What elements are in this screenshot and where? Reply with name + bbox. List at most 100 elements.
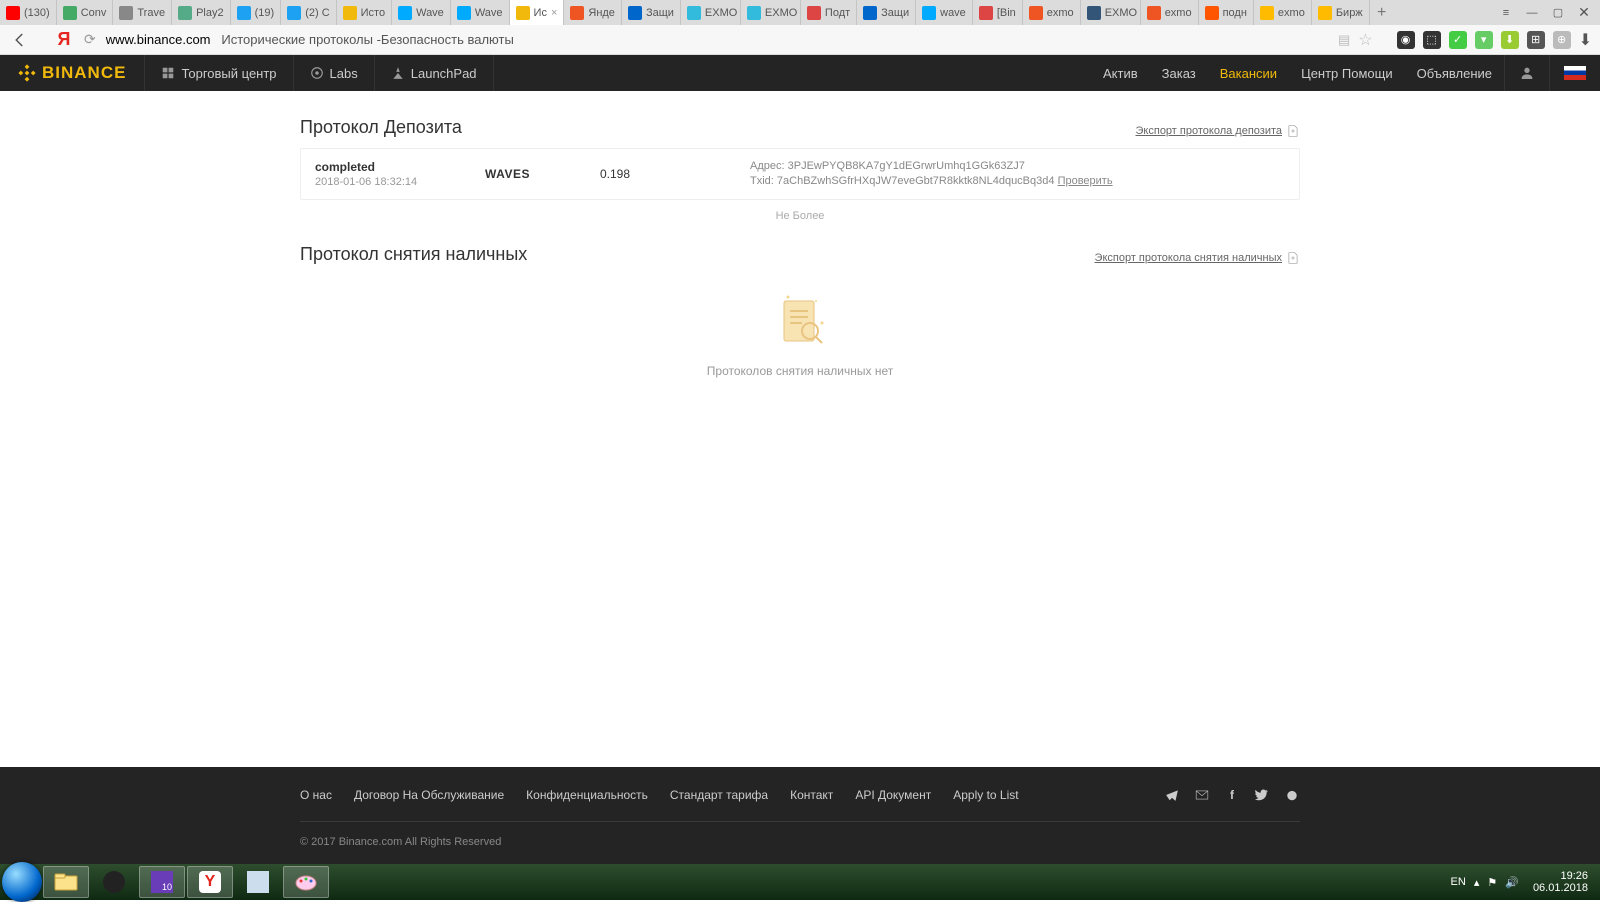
browser-tab[interactable]: Подт bbox=[801, 0, 857, 25]
mail-icon[interactable] bbox=[1194, 787, 1210, 803]
window-close-icon[interactable]: ✕ bbox=[1576, 4, 1592, 21]
taskbar-explorer-icon[interactable] bbox=[43, 866, 89, 898]
browser-tab[interactable]: Защи bbox=[857, 0, 916, 25]
header-nav-item[interactable]: Актив bbox=[1091, 66, 1150, 81]
browser-tab[interactable]: Wave bbox=[392, 0, 451, 25]
browser-tab[interactable]: EXMO bbox=[741, 0, 801, 25]
tab-close-icon[interactable]: × bbox=[551, 7, 557, 19]
withdraw-empty-state: Протоколов снятия наличных нет bbox=[300, 291, 1300, 378]
browser-tab[interactable]: wave bbox=[916, 0, 973, 25]
deposit-check-link[interactable]: Проверить bbox=[1058, 175, 1113, 187]
brand-text: BINANCE bbox=[42, 63, 126, 83]
browser-tab[interactable]: Бирж bbox=[1312, 0, 1370, 25]
header-nav-item[interactable]: Вакансии bbox=[1208, 66, 1289, 81]
deposit-address: 3PJEwPYQB8KA7gY1dEGrwrUmhq1GGk63ZJ7 bbox=[788, 160, 1025, 172]
address-bar: Я ⟳ www.binance.com Исторические протоко… bbox=[0, 25, 1600, 55]
header-nav-item[interactable]: Торговый центр bbox=[145, 55, 293, 91]
tray-lang[interactable]: EN bbox=[1451, 876, 1466, 888]
footer-copyright: © 2017 Binance.com All Rights Reserved bbox=[300, 822, 1300, 848]
browser-tab[interactable]: EXMO bbox=[1081, 0, 1141, 25]
browser-tab[interactable]: [Bin bbox=[973, 0, 1023, 25]
withdraw-section-title: Протокол снятия наличных bbox=[300, 244, 527, 265]
header-nav-item[interactable]: Заказ bbox=[1150, 66, 1208, 81]
browser-tab[interactable]: Play2 bbox=[172, 0, 231, 25]
browser-tab[interactable]: (2) C bbox=[281, 0, 336, 25]
browser-tab[interactable]: exmo bbox=[1141, 0, 1199, 25]
user-icon[interactable] bbox=[1504, 55, 1549, 91]
export-withdraw-link[interactable]: Экспорт протокола снятия наличных bbox=[1095, 251, 1300, 265]
window-maximize-icon[interactable]: ▢ bbox=[1550, 6, 1566, 19]
taskbar-yandex-icon[interactable]: Y bbox=[187, 866, 233, 898]
browser-tab[interactable]: Conv bbox=[57, 0, 114, 25]
language-flag[interactable] bbox=[1549, 55, 1600, 91]
extension-icon[interactable]: ⬇ bbox=[1501, 31, 1519, 49]
browser-tab[interactable]: подн bbox=[1199, 0, 1254, 25]
browser-tab[interactable]: Исто bbox=[337, 0, 392, 25]
browser-tab[interactable]: Янде bbox=[564, 0, 622, 25]
export-deposit-link[interactable]: Экспорт протокола депозита bbox=[1136, 124, 1300, 138]
tray-arrow-icon[interactable]: ▴ bbox=[1474, 876, 1480, 889]
footer-link[interactable]: О нас bbox=[300, 788, 332, 802]
browser-tab[interactable]: Защи bbox=[622, 0, 681, 25]
yandex-logo-icon[interactable]: Я bbox=[52, 29, 76, 50]
browser-tab[interactable]: exmo bbox=[1254, 0, 1312, 25]
browser-tab[interactable]: Trave bbox=[113, 0, 172, 25]
browser-menu-icon[interactable]: ≡ bbox=[1498, 7, 1514, 19]
facebook-icon[interactable]: f bbox=[1224, 787, 1240, 803]
withdraw-empty-text: Протоколов снятия наличных нет bbox=[300, 364, 1300, 378]
start-button[interactable] bbox=[2, 862, 42, 902]
deposit-coin: WAVES bbox=[485, 167, 600, 181]
extension-icon[interactable]: ⊕ bbox=[1553, 31, 1571, 49]
header-nav-item[interactable]: Центр Помощи bbox=[1289, 66, 1405, 81]
deposit-status: completed bbox=[315, 160, 485, 174]
page-content: Протокол Депозита Экспорт протокола депо… bbox=[300, 91, 1300, 378]
deposit-txid: 7aChBZwhSGfrHXqJW7eveGbt7R8kktk8NL4dqucB… bbox=[777, 175, 1055, 187]
site-footer: О нас Договор На Обслуживание Конфиденциал… bbox=[0, 767, 1600, 864]
url-display[interactable]: www.binance.com Исторические протоколы -… bbox=[106, 32, 514, 47]
header-nav-item[interactable]: Объявление bbox=[1405, 66, 1504, 81]
taskbar-paint-icon[interactable] bbox=[283, 866, 329, 898]
binance-logo[interactable]: BINANCE bbox=[0, 55, 145, 91]
tray-volume-icon[interactable]: 🔊 bbox=[1505, 876, 1519, 889]
tray-clock[interactable]: 19:26 06.01.2018 bbox=[1527, 870, 1594, 894]
downloads-icon[interactable]: ⬇ bbox=[1579, 30, 1592, 50]
footer-link[interactable]: Apply to List bbox=[953, 788, 1018, 802]
window-minimize-icon[interactable]: — bbox=[1524, 7, 1540, 19]
extension-icon[interactable]: ⬚ bbox=[1423, 31, 1441, 49]
taskbar-app-icon[interactable] bbox=[91, 866, 137, 898]
footer-link[interactable]: Договор На Обслуживание bbox=[354, 788, 504, 802]
telegram-icon[interactable] bbox=[1164, 787, 1180, 803]
extension-icon[interactable]: ✓ bbox=[1449, 31, 1467, 49]
header-nav-item[interactable]: LaunchPad bbox=[375, 55, 494, 91]
taskbar-app-icon[interactable] bbox=[235, 866, 281, 898]
footer-link[interactable]: Стандарт тарифа bbox=[670, 788, 768, 802]
browser-tab[interactable]: (130) bbox=[0, 0, 57, 25]
extension-icon[interactable]: ▾ bbox=[1475, 31, 1493, 49]
browser-tab[interactable]: Wave bbox=[451, 0, 510, 25]
extension-icon[interactable]: ◉ bbox=[1397, 31, 1415, 49]
back-button[interactable] bbox=[8, 28, 32, 52]
browser-tab[interactable]: Ис× bbox=[510, 0, 565, 25]
reddit-icon[interactable] bbox=[1284, 787, 1300, 803]
footer-link[interactable]: Контакт bbox=[790, 788, 833, 802]
extension-icon[interactable]: ⊞ bbox=[1527, 31, 1545, 49]
reload-icon[interactable]: ⟳ bbox=[84, 31, 96, 48]
browser-menu-area: ≡ — ▢ ✕ bbox=[1490, 4, 1600, 21]
reader-mode-icon[interactable]: ▤ bbox=[1338, 32, 1350, 48]
taskbar-app-icon[interactable]: 10 bbox=[139, 866, 185, 898]
browser-tab-strip: (130)ConvTravePlay2(19)(2) CИстоWaveWave… bbox=[0, 0, 1600, 25]
footer-link[interactable]: API Документ bbox=[855, 788, 931, 802]
deposit-row: completed 2018-01-06 18:32:14 WAVES 0.19… bbox=[300, 148, 1300, 200]
bookmark-star-icon[interactable]: ☆ bbox=[1358, 30, 1372, 50]
browser-tab[interactable]: (19) bbox=[231, 0, 282, 25]
twitter-icon[interactable] bbox=[1254, 787, 1270, 803]
site-header: BINANCE Торговый центрLabsLaunchPad Акти… bbox=[0, 55, 1600, 91]
deposit-section-title: Протокол Депозита bbox=[300, 117, 462, 138]
tray-flag-icon[interactable]: ⚑ bbox=[1487, 876, 1497, 889]
empty-document-icon bbox=[770, 291, 830, 351]
browser-tab[interactable]: EXMO bbox=[681, 0, 741, 25]
browser-tab[interactable]: exmo bbox=[1023, 0, 1081, 25]
header-nav-item[interactable]: Labs bbox=[294, 55, 375, 91]
footer-link[interactable]: Конфиденциальность bbox=[526, 788, 648, 802]
new-tab-button[interactable]: + bbox=[1370, 4, 1394, 22]
